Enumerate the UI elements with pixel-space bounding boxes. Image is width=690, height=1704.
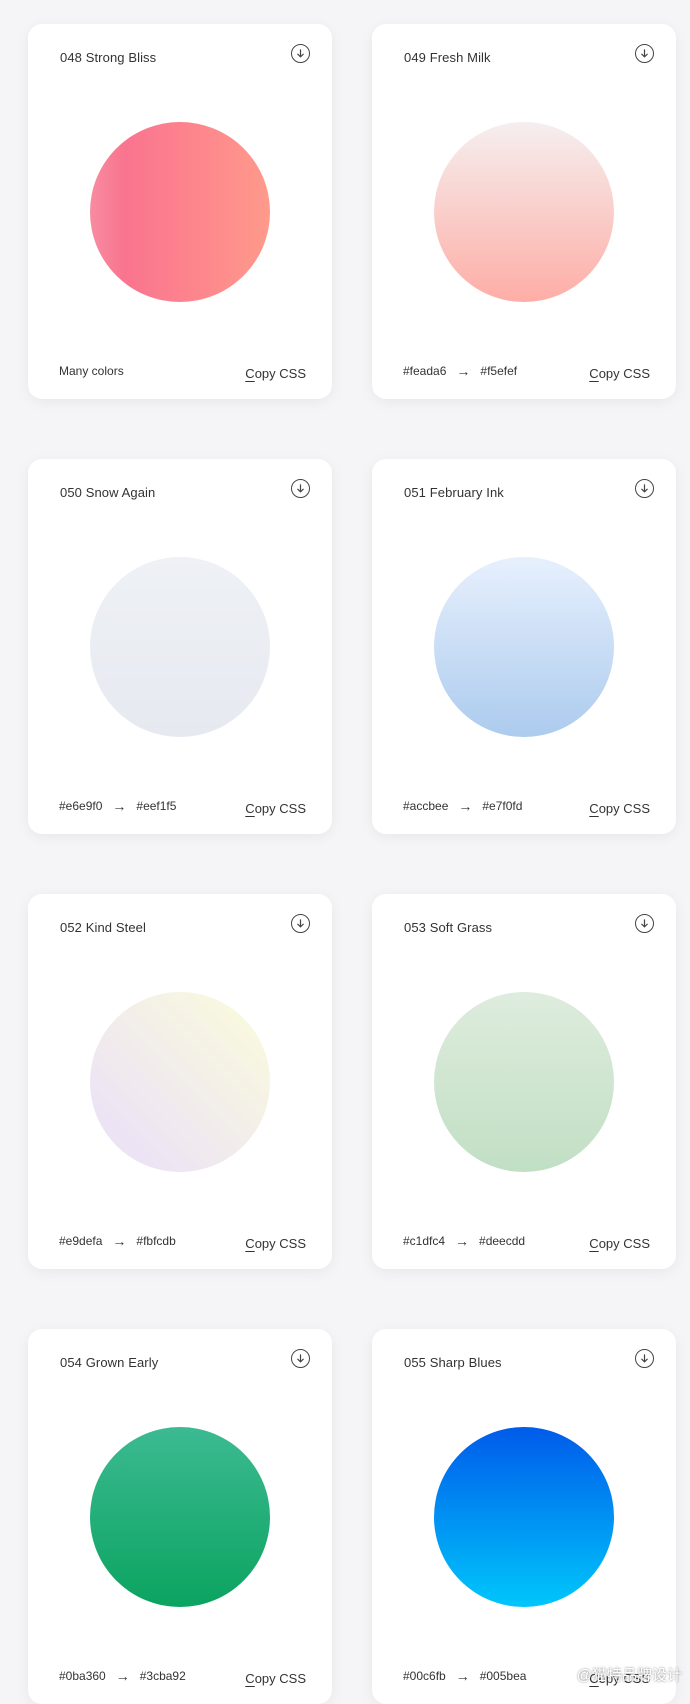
gradient-card: 048 Strong Bliss Many colors Copy CSS [28,24,332,399]
gradient-name: 055 Sharp Blues [404,1355,502,1370]
gradient-colors: #00c6fb → #005bea [403,1669,526,1683]
download-button[interactable] [291,44,310,63]
gradient-colors: #feada6 → #f5efef [403,364,517,378]
copy-css-label-rest: opy CSS [254,1671,306,1686]
gradient-card: 052 Kind Steel #e9defa → #fbfcdb Copy CS… [28,894,332,1269]
gradient-name: 049 Fresh Milk [404,50,491,65]
copy-css-button[interactable]: Copy CSS [245,366,306,381]
download-button[interactable] [291,914,310,933]
gradient-card: 051 February Ink #accbee → #e7f0fd Copy … [372,459,676,834]
download-icon [641,484,648,493]
gradient-card: 050 Snow Again #e6e9f0 → #eef1f5 Copy CS… [28,459,332,834]
color-to: #3cba92 [139,1669,186,1683]
gradient-name: 051 February Ink [404,485,504,500]
gradient-swatch [90,557,270,737]
gradient-swatch [90,1427,270,1607]
gradient-description: Many colors [59,364,124,378]
copy-css-label-rest: opy CSS [598,1236,650,1251]
download-button[interactable] [291,1349,310,1368]
copy-css-label-rest: opy CSS [254,366,306,381]
color-to: #eef1f5 [136,799,177,813]
right-arrow-icon: → [455,1668,470,1684]
gradient-name: 054 Grown Early [60,1355,159,1370]
gradient-grid: 048 Strong Bliss Many colors Copy CSS 04… [0,0,690,1704]
copy-css-button[interactable]: Copy CSS [245,801,306,816]
download-button[interactable] [635,479,654,498]
color-to: #005bea [479,1669,527,1683]
download-button[interactable] [635,1349,654,1368]
color-from: #feada6 [403,364,447,378]
gradient-swatch [434,557,614,737]
gradient-colors: #e6e9f0 → #eef1f5 [59,799,176,813]
download-icon [641,49,648,58]
copy-css-button[interactable]: Copy CSS [589,801,650,816]
right-arrow-icon: → [112,798,127,814]
color-from: #e6e9f0 [59,799,103,813]
gradient-card: 053 Soft Grass #c1dfc4 → #deecdd Copy CS… [372,894,676,1269]
color-to: #e7f0fd [482,799,523,813]
watermark: @猫特品牌设计 [555,1664,682,1685]
right-arrow-icon: → [456,363,471,379]
copy-css-label-first: C [589,801,599,816]
download-button[interactable] [635,914,654,933]
color-from: #accbee [403,799,449,813]
gradient-swatch [90,992,270,1172]
copy-css-button[interactable]: Copy CSS [245,1671,306,1686]
download-icon [297,484,304,493]
color-to: #deecdd [479,1234,526,1248]
copy-css-button[interactable]: Copy CSS [589,1236,650,1251]
gradient-name: 050 Snow Again [60,485,156,500]
download-icon [297,1354,304,1363]
watermark-text: @猫特品牌设计 [576,1667,682,1684]
gradient-colors: #e9defa → #fbfcdb [59,1234,176,1248]
copy-css-label-first: C [589,366,599,381]
gradient-swatch [434,122,614,302]
copy-css-label-first: C [245,801,255,816]
gradient-card: 055 Sharp Blues #00c6fb → #005bea Copy C… [372,1329,676,1704]
color-from: #e9defa [59,1234,103,1248]
copy-css-label-first: C [589,1236,599,1251]
copy-css-label-first: C [245,1236,255,1251]
gradient-swatch [434,1427,614,1607]
copy-css-button[interactable]: Copy CSS [245,1236,306,1251]
copy-css-label-first: C [245,366,255,381]
gradient-name: 048 Strong Bliss [60,50,157,65]
copy-css-label-rest: opy CSS [254,1236,306,1251]
copy-css-label-rest: opy CSS [254,801,306,816]
gradient-card: 049 Fresh Milk #feada6 → #f5efef Copy CS… [372,24,676,399]
copy-css-label-rest: opy CSS [598,801,650,816]
copy-css-button[interactable]: Copy CSS [589,366,650,381]
right-arrow-icon: → [455,1233,470,1249]
color-from: #00c6fb [403,1669,446,1683]
gradient-colors: #accbee → #e7f0fd [403,799,522,813]
download-button[interactable] [635,44,654,63]
color-to: #fbfcdb [136,1234,176,1248]
right-arrow-icon: → [115,1668,130,1684]
right-arrow-icon: → [458,798,473,814]
gradient-swatch [90,122,270,302]
download-button[interactable] [291,479,310,498]
download-icon [641,1354,648,1363]
gradient-colors: #c1dfc4 → #deecdd [403,1234,525,1248]
copy-css-label-rest: opy CSS [598,366,650,381]
copy-css-label-first: C [245,1671,255,1686]
download-icon [641,919,648,928]
right-arrow-icon: → [112,1233,127,1249]
color-from: #c1dfc4 [403,1234,446,1248]
gradient-colors: Many colors [59,364,124,378]
gradient-card: 054 Grown Early #0ba360 → #3cba92 Copy C… [28,1329,332,1704]
gradient-swatch [434,992,614,1172]
color-to: #f5efef [480,364,518,378]
gradient-colors: #0ba360 → #3cba92 [59,1669,186,1683]
weibo-icon [555,1665,573,1684]
gradient-name: 053 Soft Grass [404,920,493,935]
color-from: #0ba360 [59,1669,106,1683]
gradient-name: 052 Kind Steel [60,920,146,935]
download-icon [297,49,304,58]
download-icon [297,919,304,928]
